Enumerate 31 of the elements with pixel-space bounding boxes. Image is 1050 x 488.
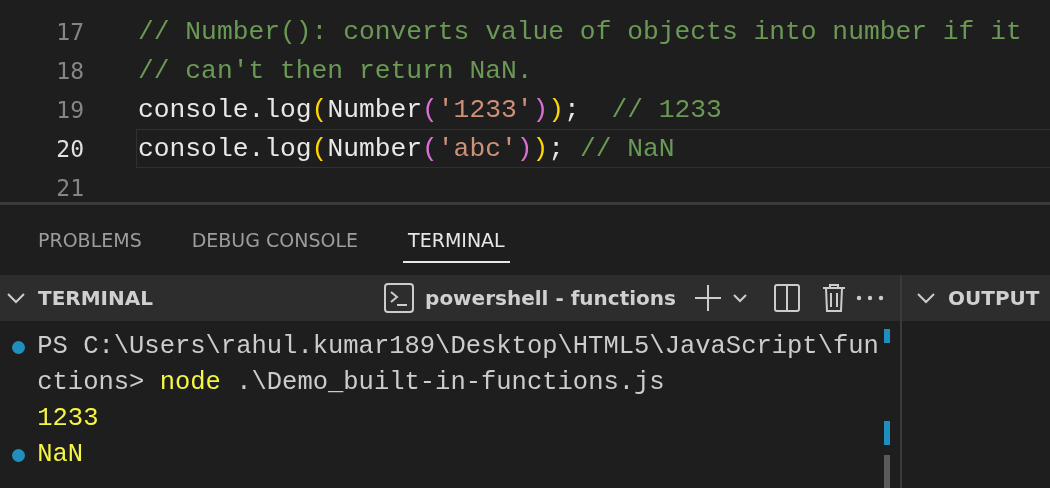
- chevron-down-icon[interactable]: [6, 292, 26, 304]
- output-title: OUTPUT: [948, 286, 1040, 310]
- scrollbar-marker: [884, 421, 890, 445]
- split-icon[interactable]: [774, 284, 800, 312]
- line-number: 21: [55, 174, 84, 201]
- panel-tab[interactable]: TERMINAL: [403, 217, 510, 263]
- command-marker-icon[interactable]: [12, 341, 26, 354]
- command-marker-icon[interactable]: [12, 449, 26, 462]
- panel-tab[interactable]: DEBUG CONSOLE: [191, 217, 359, 263]
- line-number: 17: [55, 18, 84, 45]
- terminal-line: 1233: [37, 403, 100, 435]
- code-line: console.log(Number('1233')); // 1233: [138, 94, 722, 125]
- code-line: // can't then return NaN.: [138, 55, 533, 86]
- line-number: 18: [55, 57, 84, 84]
- trash-icon[interactable]: [822, 283, 846, 313]
- terminal-icon: [383, 282, 416, 314]
- line-number: 20: [55, 135, 84, 162]
- scrollbar-thumb[interactable]: [884, 455, 890, 488]
- code-line: // Number(): converts value of objects into number if it: [138, 16, 1022, 47]
- terminal-line: NaN: [37, 439, 85, 471]
- terminal-line: PS C:\Users\rahul.kumar189\Desktop\HTML5\JavaScript\functions> node .\Demo_built-in-functions.js: [37, 331, 880, 399]
- more-icon[interactable]: [856, 295, 884, 301]
- chevron-down-icon[interactable]: [916, 292, 936, 304]
- line-number: 19: [55, 96, 84, 123]
- panel-tab[interactable]: PROBLEMS: [38, 217, 142, 263]
- scrollbar-marker: [884, 329, 890, 343]
- code-line: console.log(Number('abc')); // NaN: [138, 133, 675, 164]
- terminal-title: TERMINAL: [38, 286, 153, 310]
- plus-icon[interactable]: [694, 284, 722, 312]
- chevron-down-icon[interactable]: [732, 293, 748, 303]
- shell-name[interactable]: powershell - functions: [425, 286, 676, 310]
